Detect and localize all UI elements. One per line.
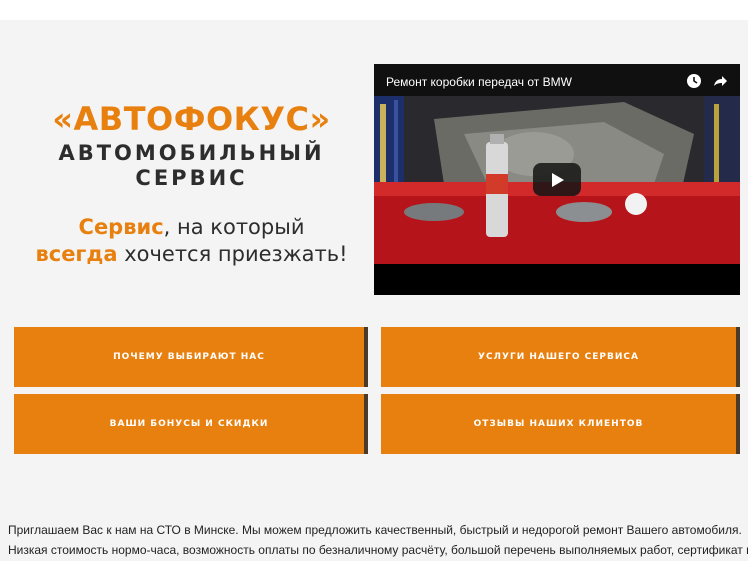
video-player[interactable]: Ремонт коробки передач от BMW bbox=[374, 64, 740, 295]
slogan: Сервис, на который всегда хочется приезж… bbox=[0, 214, 383, 268]
brand-block: «АВТОФОКУС» АВТОМОБИЛЬНЫЙ СЕРВИС bbox=[0, 100, 383, 191]
intro-line-2: Низкая стоимость нормо-часа, возможность… bbox=[8, 543, 748, 557]
slogan-text-1: , на который bbox=[163, 215, 305, 239]
slogan-line2: всегда хочется приезжать! bbox=[0, 241, 383, 268]
intro-line-1: Приглашаем Вас к нам на СТО в Минске. Мы… bbox=[8, 523, 742, 537]
slogan-line1: Сервис, на который bbox=[0, 214, 383, 241]
slogan-text-2: хочется приезжать! bbox=[117, 242, 348, 266]
bonuses-discounts-button[interactable]: ВАШИ БОНУСЫ И СКИДКИ bbox=[14, 394, 364, 454]
why-choose-us-button[interactable]: ПОЧЕМУ ВЫБИРАЮТ НАС bbox=[14, 327, 364, 387]
share-icon[interactable] bbox=[712, 73, 728, 94]
client-reviews-button[interactable]: ОТЗЫВЫ НАШИХ КЛИЕНТОВ bbox=[381, 394, 736, 454]
slogan-highlight-1: Сервис bbox=[78, 215, 164, 239]
clock-icon[interactable] bbox=[686, 73, 702, 94]
intro-text: Приглашаем Вас к нам на СТО в Минске. Мы… bbox=[8, 520, 748, 560]
video-title[interactable]: Ремонт коробки передач от BMW bbox=[386, 74, 572, 90]
top-bar bbox=[0, 0, 748, 20]
slogan-highlight-2: всегда bbox=[35, 242, 118, 266]
play-button[interactable] bbox=[533, 163, 581, 196]
brand-subtitle-line1: АВТОМОБИЛЬНЫЙ bbox=[58, 141, 325, 165]
our-services-button[interactable]: УСЛУГИ НАШЕГО СЕРВИСА bbox=[381, 327, 736, 387]
brand-subtitle-line2: СЕРВИС bbox=[135, 166, 248, 190]
video-controls bbox=[686, 73, 728, 94]
play-icon bbox=[552, 173, 564, 187]
brand-title: «АВТОФОКУС» bbox=[52, 100, 331, 138]
